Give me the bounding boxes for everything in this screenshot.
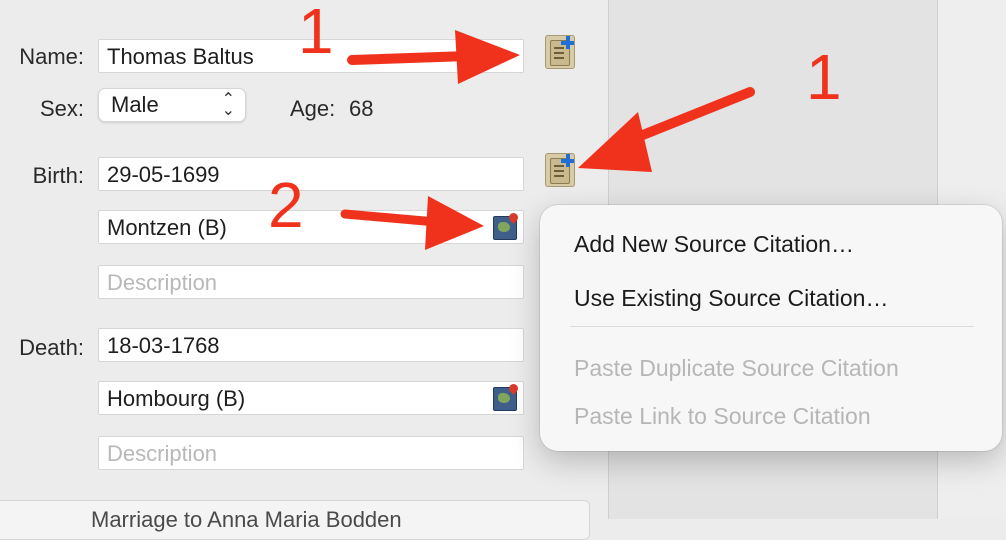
source-citation-context-menu: Add New Source Citation… Use Existing So… [540, 205, 1002, 451]
menu-item-paste-duplicate-source-citation: Paste Duplicate Source Citation [574, 355, 899, 381]
menu-separator [570, 326, 974, 327]
menu-item-paste-link-to-source-citation: Paste Link to Source Citation [574, 403, 871, 429]
arrow-to-map-icon [340, 196, 484, 250]
menu-item-add-new-source-citation[interactable]: Add New Source Citation… [574, 231, 854, 258]
arrow-to-name-source-icon [347, 30, 520, 84]
arrow-to-birth-source-icon [578, 87, 755, 172]
menu-item-use-existing-source-citation[interactable]: Use Existing Source Citation… [574, 285, 888, 312]
